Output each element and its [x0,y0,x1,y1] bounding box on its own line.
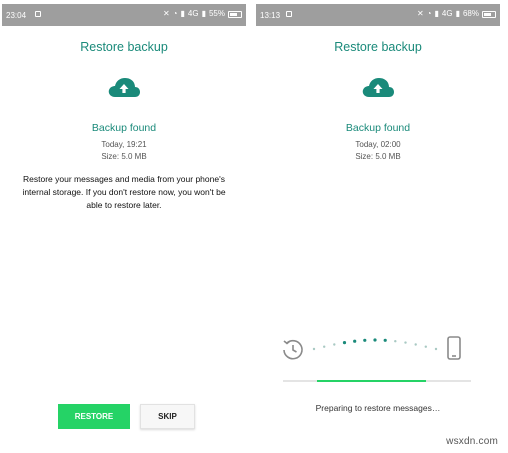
status-icons: ✕ ◔ ▮ 4G ▮ 55% [163,9,242,19]
backup-size: Size: 5.0 MB [355,152,401,161]
signal-icon: ▮ [201,9,206,18]
wifi-icon: ◔ [172,9,178,18]
status-icons: ✕ ◔ ▮ 4G ▮ 68% [417,9,496,19]
cloud-upload-icon [362,78,394,97]
right-phone-screen: 13:13 ✕ ◔ ▮ 4G ▮ 68% Restore backup Back… [256,4,500,451]
history-icon [283,339,303,360]
network-type: 4G [187,9,199,18]
backup-found-label: Backup found [345,122,411,134]
backup-size: Size: 5.0 MB [101,152,147,161]
transfer-dot [414,343,417,346]
wifi-icon: ◔ [426,9,432,18]
signal-icon: ▮ [455,9,460,18]
progress-bar [283,380,471,382]
phone-icon [447,336,461,360]
mute-icon: ✕ [162,9,170,18]
transfer-dot [342,341,347,345]
battery-percent: 68% [462,9,479,18]
mute-icon: ✕ [416,9,424,18]
left-phone-screen: 23:04 ✕ ◔ ▮ 4G ▮ 55% Restore backup Back… [2,4,246,451]
restore-description: Restore your messages and media from you… [22,174,226,210]
signal-icon: ▮ [434,9,439,18]
cloud-upload-icon [108,78,140,97]
watermark-text: wsxdn.com [446,436,498,447]
transfer-dot [394,340,397,343]
signal-icon: ▮ [180,9,185,18]
restore-button[interactable]: RESTORE [58,404,130,429]
notification-icon [286,11,292,17]
battery-percent: 55% [208,9,225,18]
transfer-dot [404,341,407,344]
backup-found-label: Backup found [91,122,157,134]
transfer-dot [323,345,326,348]
transfer-dot [353,339,357,343]
status-bar: 13:13 ✕ ◔ ▮ 4G ▮ 68% [256,4,500,26]
page-title: Restore backup [80,40,168,54]
skip-button[interactable]: SKIP [140,404,195,429]
transfer-dots [312,338,438,351]
transfer-dot [424,345,427,348]
page-title: Restore backup [334,40,422,54]
transfer-dot [363,338,367,342]
transfer-dot [333,343,336,346]
notification-icon [35,11,41,17]
transfer-dot [434,347,438,351]
transfer-dot [383,338,387,342]
restore-transfer-animation [283,336,461,360]
status-time: 23:04 [6,11,27,20]
transfer-dot [312,347,316,351]
transfer-dot [373,338,377,342]
progress-fill [316,380,426,382]
network-type: 4G [441,9,453,18]
preparing-status: Preparing to restore messages… [315,403,441,413]
battery-icon [482,10,496,18]
backup-date: Today, 19:21 [101,140,147,149]
battery-icon [228,10,242,18]
backup-date: Today, 02:00 [355,140,401,149]
status-bar: 23:04 ✕ ◔ ▮ 4G ▮ 55% [2,4,246,26]
status-time: 13:13 [260,11,281,20]
